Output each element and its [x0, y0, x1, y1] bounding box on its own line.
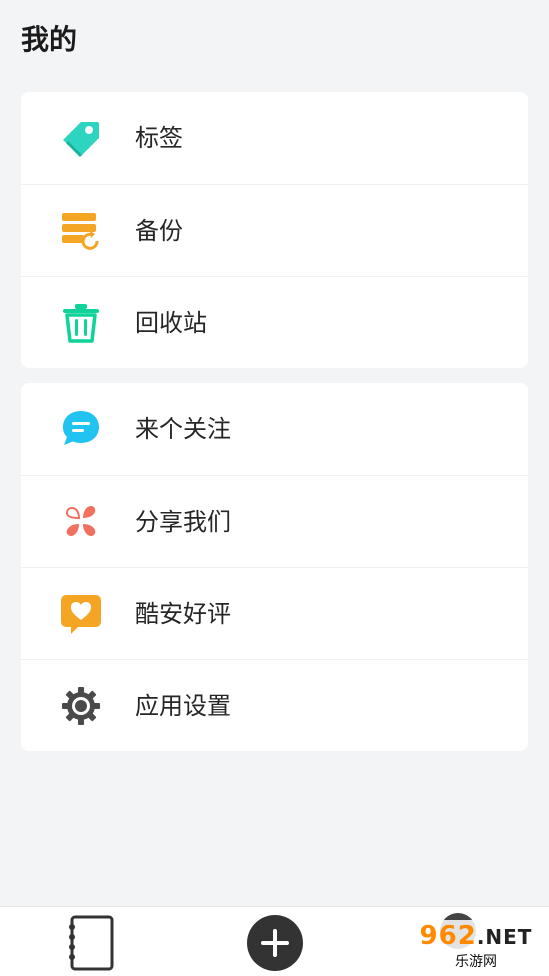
watermark-brand: 962.NET [419, 921, 533, 951]
card-group-1: 标签 备份 回收站 [21, 92, 528, 368]
watermark-logo: 962.NET 乐游网 [409, 920, 543, 972]
notebook-icon[interactable] [66, 915, 118, 971]
share-hearts-icon [57, 498, 105, 546]
menu-item-share[interactable]: 分享我们 [21, 475, 528, 567]
menu-item-trash[interactable]: 回收站 [21, 276, 528, 368]
bottom-nav: 962.NET 乐游网 [0, 906, 549, 976]
menu-item-backup[interactable]: 备份 [21, 184, 528, 276]
watermark-subtitle: 乐游网 [455, 954, 497, 970]
menu-item-trash-label: 回收站 [135, 309, 207, 337]
menu-item-follow[interactable]: 来个关注 [21, 383, 528, 475]
menu-item-tags[interactable]: 标签 [21, 92, 528, 184]
menu-item-settings[interactable]: 应用设置 [21, 659, 528, 751]
page: 我的 标签 备份 回收站 来个关注 分享我们 酷安好评 应用设置 962.NET… [0, 0, 549, 976]
backup-icon [57, 207, 105, 255]
menu-item-share-label: 分享我们 [135, 508, 231, 536]
trash-icon [57, 299, 105, 347]
menu-item-backup-label: 备份 [135, 217, 183, 245]
heart-speech-icon [57, 590, 105, 638]
gear-icon [57, 682, 105, 730]
chat-bubble-icon [57, 405, 105, 453]
page-title: 我的 [21, 23, 78, 56]
tag-icon [57, 114, 105, 162]
menu-item-tags-label: 标签 [135, 124, 183, 152]
menu-item-follow-label: 来个关注 [135, 415, 231, 443]
menu-item-review[interactable]: 酷安好评 [21, 567, 528, 659]
menu-item-settings-label: 应用设置 [135, 692, 231, 720]
card-group-2: 来个关注 分享我们 酷安好评 应用设置 [21, 383, 528, 751]
menu-item-review-label: 酷安好评 [135, 600, 231, 628]
add-icon[interactable] [247, 915, 303, 971]
